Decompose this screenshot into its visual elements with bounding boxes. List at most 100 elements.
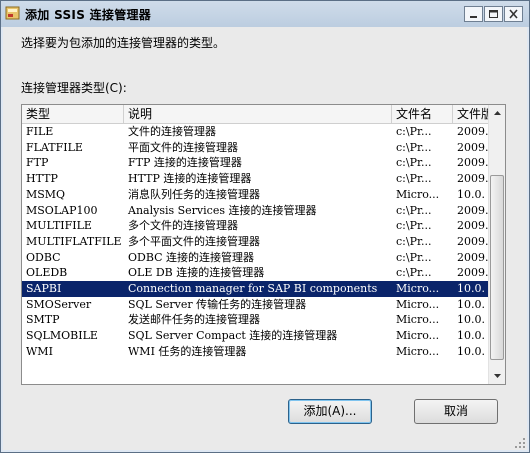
cell-version: 2009. [457,140,489,154]
cell-type: SMTP [26,313,60,327]
list-row[interactable]: SAPBI Connection manager for SAP BI compo… [22,281,492,297]
cell-filename: c:\Pr... [396,140,432,154]
list-label: 连接管理器类型(C): [21,81,127,95]
cell-description: Analysis Services 连接的连接管理器 [128,203,317,217]
list-row[interactable]: SQLMOBILE SQL Server Compact 连接的连接管理器 Micr… [22,328,492,344]
cell-type: FTP [26,156,49,170]
cell-description: OLE DB 连接的连接管理器 [128,266,265,280]
list-row[interactable]: FLATFILE 平面文件的连接管理器 c:\Pr... 2009. [22,140,492,156]
dialog-window: 添加 SSIS 连接管理器 选择要为包添加的连接管理器的类型。 连接管理器类型(… [0,0,530,453]
list-row[interactable]: MULTIFILE 多个文件的连接管理器 c:\Pr... 2009. [22,218,492,234]
title-bar[interactable]: 添加 SSIS 连接管理器 [1,1,529,27]
cell-filename: Micro... [396,329,440,343]
cell-filename: c:\Pr... [396,219,432,233]
cell-version: 2009. [457,266,489,280]
cell-filename: Micro... [396,187,440,201]
cell-description: HTTP 连接的连接管理器 [128,172,252,186]
list-row[interactable]: WMI WMI 任务的连接管理器 Micro... 10.0. [22,344,492,360]
cell-type: ODBC [26,250,61,264]
cell-version: 2009. [457,172,489,186]
cell-description: 文件的连接管理器 [128,125,216,138]
cell-type: MSOLAP100 [26,203,98,217]
cell-type: SAPBI [26,282,62,295]
scroll-thumb[interactable] [490,175,504,360]
list-row[interactable]: MSMQ 消息队列任务的连接管理器 Micro... 10.0. [22,187,492,203]
cell-type: MSMQ [26,187,66,201]
cell-description: 多个文件的连接管理器 [128,219,238,233]
window-title: 添加 SSIS 连接管理器 [25,8,152,22]
resize-grip-icon[interactable] [514,437,526,449]
scroll-up-button[interactable] [489,105,505,122]
column-header-description[interactable]: 说明 [124,105,392,123]
cell-description: 消息队列任务的连接管理器 [128,187,260,201]
cell-version: 10.0. [457,313,485,327]
cell-description: FTP 连接的连接管理器 [128,156,242,170]
list-row[interactable]: SMTP 发送邮件任务的连接管理器 Micro... 10.0. [22,312,492,328]
minimize-icon [470,16,477,18]
cell-description: 平面文件的连接管理器 [128,140,238,154]
cell-description: SQL Server Compact 连接的连接管理器 [128,329,338,343]
cell-type: OLEDB [26,266,68,280]
cell-description: 多个平面文件的连接管理器 [128,234,260,248]
cell-filename: c:\Pr... [396,203,432,217]
cell-type: FLATFILE [26,140,83,154]
cell-version: 10.0. [457,297,485,311]
list-row[interactable]: ODBC ODBC 连接的连接管理器 c:\Pr... 2009. [22,250,492,266]
cell-filename: c:\Pr... [396,172,432,186]
cell-description: ODBC 连接的连接管理器 [128,250,255,264]
cell-type: MULTIFILE [26,219,92,233]
cell-type: SQLMOBILE [26,329,98,343]
scroll-down-button[interactable] [489,367,505,384]
column-header-type[interactable]: 类型 [22,105,124,123]
cell-description: Connection manager for SAP BI components [128,282,378,295]
cell-filename: Micro... [396,313,440,327]
minimize-button[interactable] [464,6,483,22]
cell-type: MULTIFLATFILE [26,234,122,248]
connection-type-list[interactable]: 类型 说明 文件名 文件版本 FILE 文件的连接管理器 c:\Pr... 2009.… [21,104,506,385]
cell-filename: Micro... [396,297,440,311]
cell-version: 2009. [457,219,489,233]
cell-version: 10.0. [457,329,485,343]
close-icon [509,9,518,19]
list-row[interactable]: FILE 文件的连接管理器 c:\Pr... 2009. [22,124,492,140]
cell-filename: Micro... [396,282,440,295]
cancel-button[interactable]: 取消 [414,399,498,424]
maximize-icon [489,10,498,18]
cell-type: WMI [26,344,53,358]
cell-filename: c:\Pr... [396,125,432,138]
cell-version: 2009. [457,203,489,217]
arrow-down-icon [494,374,501,378]
list-header: 类型 说明 文件名 文件版本 [22,105,492,124]
cell-filename: Micro... [396,344,440,358]
cell-type: SMOServer [26,297,92,311]
list-row[interactable]: MULTIFLATFILE 多个平面文件的连接管理器 c:\Pr... 2009. [22,234,492,250]
list-row[interactable]: SMOServer SQL Server 传输任务的连接管理器 Micro... 10… [22,297,492,313]
list-row[interactable]: HTTP HTTP 连接的连接管理器 c:\Pr... 2009. [22,171,492,187]
arrow-up-icon [494,111,501,115]
add-button[interactable]: 添加(A)... [288,399,372,424]
list-row[interactable]: OLEDB OLE DB 连接的连接管理器 c:\Pr... 2009. [22,265,492,281]
cell-type: FILE [26,125,54,138]
cell-description: SQL Server 传输任务的连接管理器 [128,297,307,311]
column-header-version[interactable]: 文件版本 [453,105,492,123]
instruction-text: 选择要为包添加的连接管理器的类型。 [21,36,226,50]
cell-filename: c:\Pr... [396,250,432,264]
cell-version: 2009. [457,234,489,248]
cell-version: 2009. [457,250,489,264]
cell-filename: c:\Pr... [396,156,432,170]
list-row[interactable]: MSOLAP100 Analysis Services 连接的连接管理器 c:\Pr… [22,203,492,219]
maximize-button[interactable] [484,6,503,22]
close-button[interactable] [504,6,523,22]
cell-filename: c:\Pr... [396,266,432,280]
cell-description: WMI 任务的连接管理器 [128,344,247,358]
column-header-filename[interactable]: 文件名 [392,105,453,123]
cell-description: 发送邮件任务的连接管理器 [128,313,260,327]
app-icon [5,6,20,20]
cell-type: HTTP [26,172,58,186]
cell-version: 10.0. [457,282,485,295]
vertical-scrollbar[interactable] [488,105,505,384]
cell-version: 10.0. [457,187,485,201]
list-row[interactable]: FTP FTP 连接的连接管理器 c:\Pr... 2009. [22,155,492,171]
cell-version: 10.0. [457,344,485,358]
cell-version: 2009. [457,125,489,138]
